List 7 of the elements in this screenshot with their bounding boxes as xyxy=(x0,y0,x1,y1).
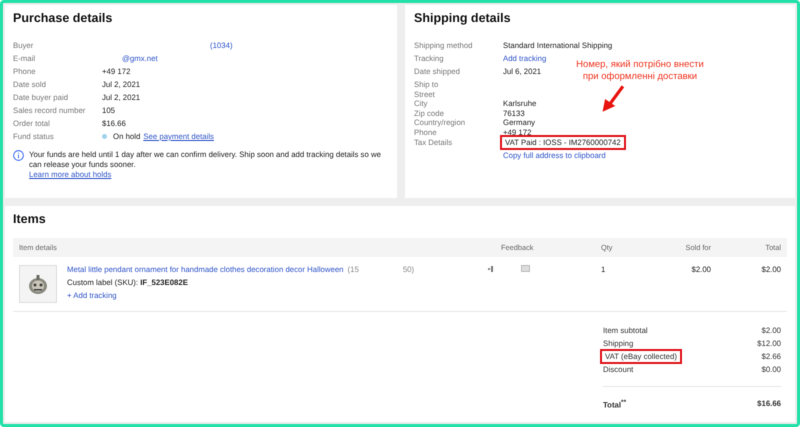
info-icon xyxy=(13,150,24,161)
annotation-text: Номер, який потрібно внести при оформленні доставки xyxy=(575,59,705,83)
feedback-icon[interactable] xyxy=(487,265,495,273)
section-title: Shipping details xyxy=(414,11,512,25)
section-title: Purchase details xyxy=(13,11,114,25)
section-title: Items xyxy=(13,212,47,226)
arrow-icon xyxy=(601,85,627,113)
